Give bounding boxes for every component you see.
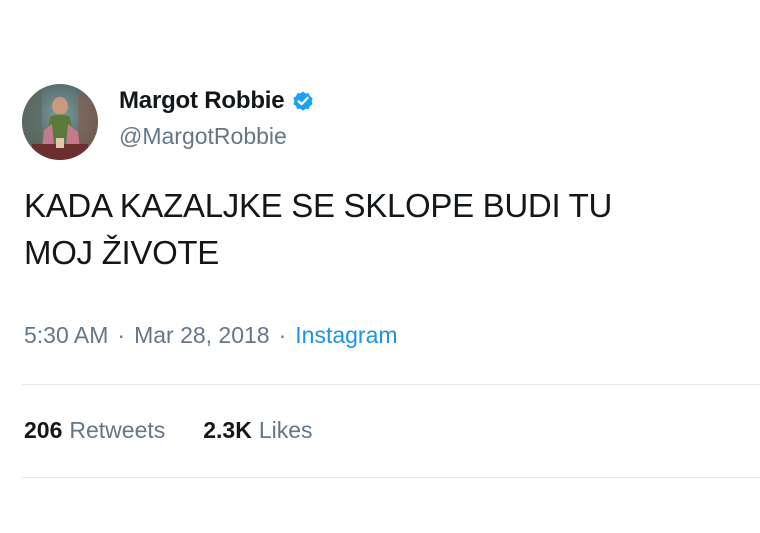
likes-count: 2.3K	[203, 417, 252, 443]
avatar-image	[22, 84, 98, 160]
tweet-time[interactable]: 5:30 AM	[24, 322, 108, 349]
retweets-label: Retweets	[69, 417, 166, 443]
tweet-meta: 5:30 AM · Mar 28, 2018 · Instagram	[24, 322, 398, 349]
user-names: Margot Robbie @MargotRobbie	[119, 87, 315, 150]
display-name[interactable]: Margot Robbie	[119, 87, 285, 115]
retweets-stat[interactable]: 206 Retweets	[24, 417, 165, 444]
likes-stat[interactable]: 2.3K Likes	[203, 417, 312, 444]
tweet-source-link[interactable]: Instagram	[295, 322, 397, 349]
divider	[22, 384, 760, 385]
meta-separator: ·	[117, 322, 126, 348]
retweets-count: 206	[24, 417, 63, 443]
divider	[22, 477, 760, 478]
verified-badge-icon	[291, 89, 315, 113]
display-name-row: Margot Robbie	[119, 87, 315, 115]
tweet-header: Margot Robbie @MargotRobbie	[22, 84, 315, 160]
tweet-text: KADA KAZALJKE SE SKLOPE BUDI TU MOJ ŽIVO…	[24, 187, 612, 271]
tweet-card: Margot Robbie @MargotRobbie KADA KAZALJK…	[0, 0, 760, 533]
tweet-date[interactable]: Mar 28, 2018	[134, 322, 270, 349]
likes-label: Likes	[258, 417, 313, 443]
user-handle[interactable]: @MargotRobbie	[119, 123, 315, 150]
meta-separator: ·	[278, 322, 287, 348]
avatar[interactable]	[22, 84, 98, 160]
tweet-stats: 206 Retweets 2.3K Likes	[24, 417, 313, 444]
